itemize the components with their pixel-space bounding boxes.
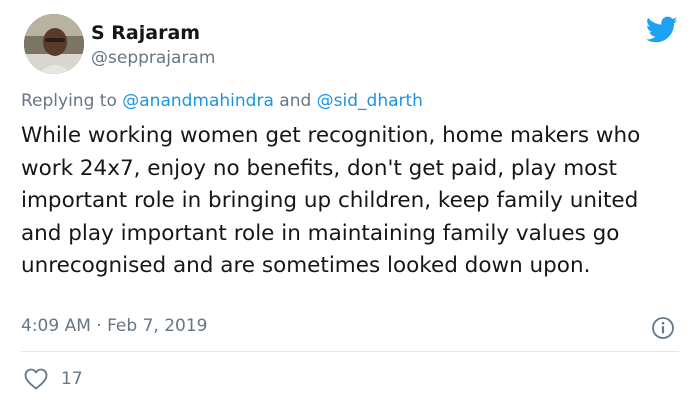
tweet-card: S Rajaram @sepprajaram Replying to @anan… xyxy=(0,0,700,406)
author-name[interactable]: S Rajaram xyxy=(91,22,200,44)
divider xyxy=(21,351,679,352)
reply-context: Replying to @anandmahindra and @sid_dhar… xyxy=(21,91,423,111)
heart-icon[interactable] xyxy=(24,368,48,390)
like-count: 17 xyxy=(61,369,83,389)
info-icon[interactable] xyxy=(651,316,675,340)
mention-link-sid-dharth[interactable]: @sid_dharth xyxy=(317,91,423,111)
reply-prefix: Replying to xyxy=(21,91,117,111)
tweet-text: While working women get recognition, hom… xyxy=(21,123,641,278)
author-handle[interactable]: @sepprajaram xyxy=(91,48,215,68)
twitter-bird-icon[interactable] xyxy=(646,16,678,44)
mention-link-anandmahindra[interactable]: @anandmahindra xyxy=(122,91,274,111)
reply-joiner: and xyxy=(279,91,312,111)
avatar[interactable] xyxy=(24,14,84,74)
avatar-image xyxy=(24,14,84,74)
tweet-timestamp[interactable]: 4:09 AM · Feb 7, 2019 xyxy=(21,316,207,336)
